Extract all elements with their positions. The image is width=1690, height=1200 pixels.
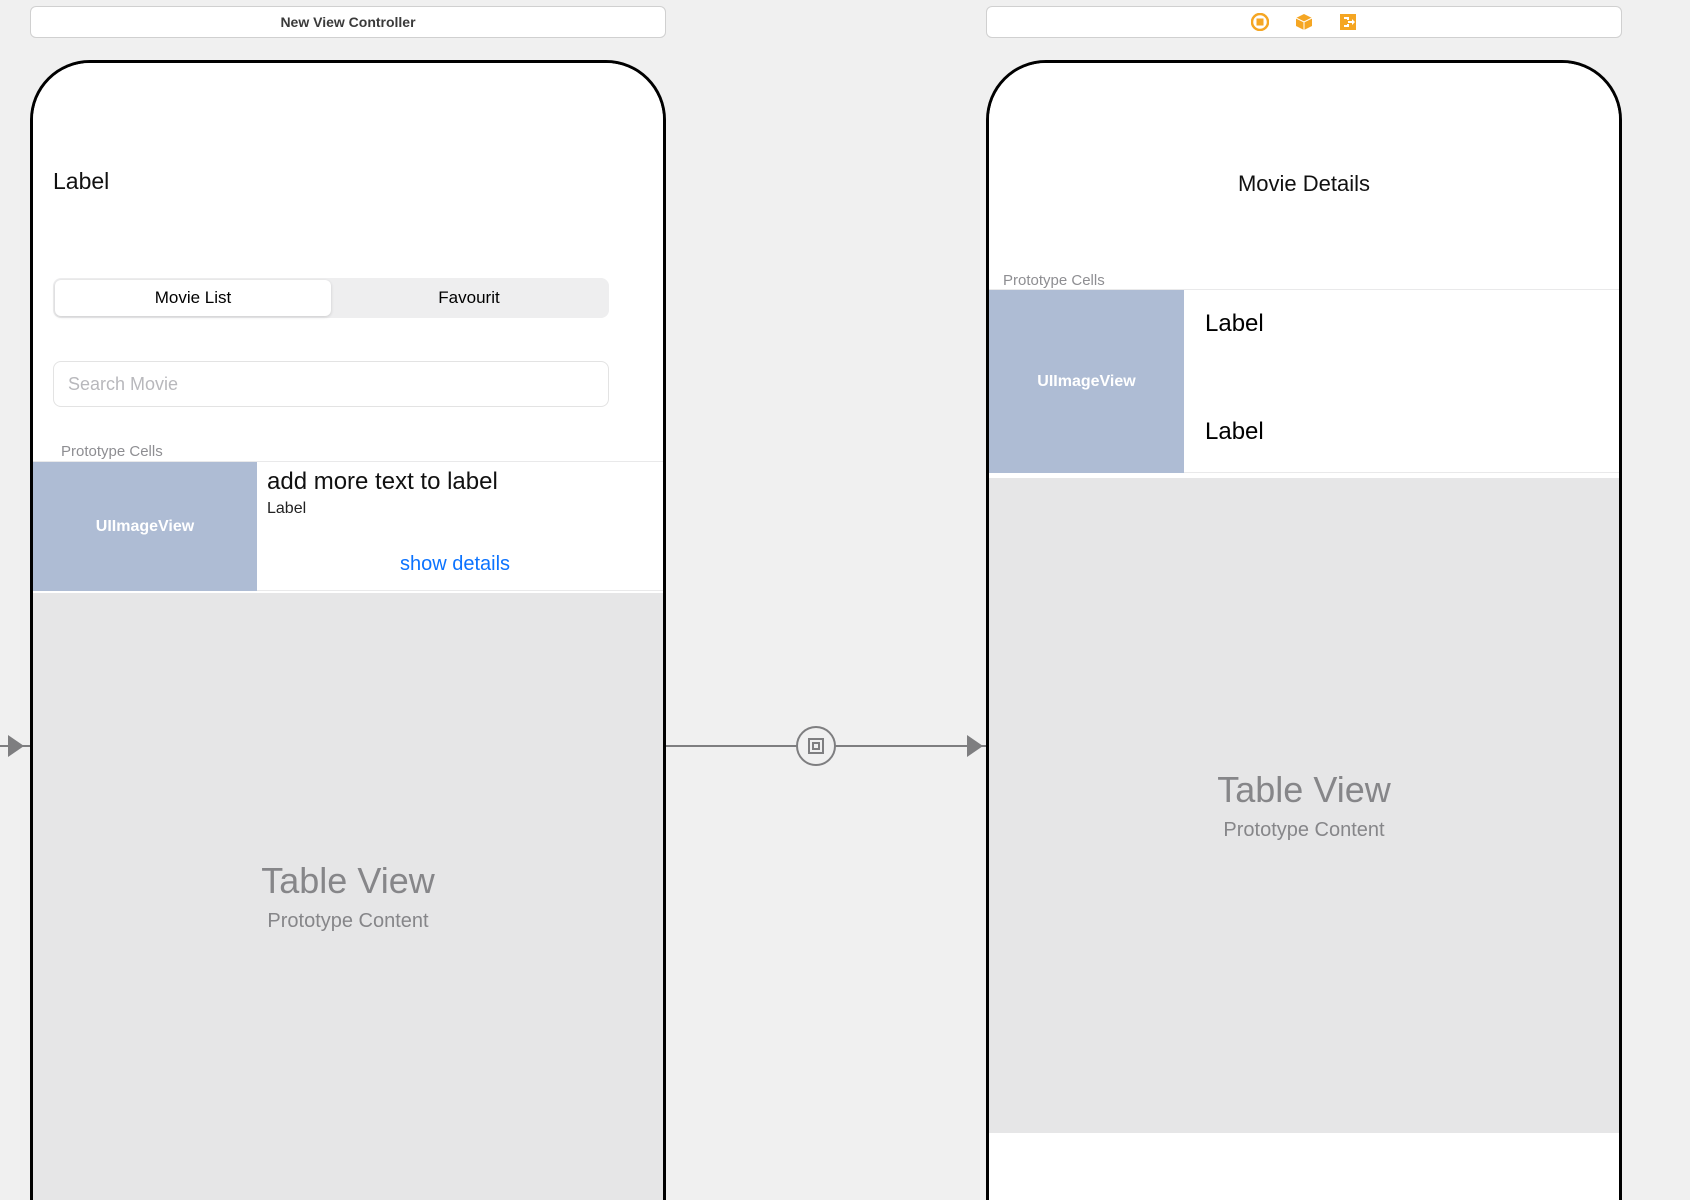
show-segue-icon (806, 736, 826, 756)
tableview-placeholder-right[interactable]: Table View Prototype Content (989, 478, 1619, 1133)
scene-title-left: New View Controller (280, 14, 415, 30)
screen-right: Movie Details Prototype Cells UIImageVie… (989, 63, 1619, 1200)
square-circle-icon[interactable] (1251, 13, 1269, 31)
tableview-title: Table View (1217, 769, 1390, 811)
uiimageview-placeholder[interactable]: UIImageView (33, 462, 257, 591)
segue-arrowhead (967, 735, 983, 757)
cube-icon[interactable] (1295, 13, 1313, 31)
segment-favourit[interactable]: Favourit (331, 280, 607, 316)
cell-label-2[interactable]: Label (1205, 418, 1264, 446)
scene-header-left[interactable]: New View Controller (30, 6, 666, 38)
segmented-control[interactable]: Movie List Favourit (53, 278, 609, 318)
cell-label-1[interactable]: Label (1205, 310, 1264, 338)
table-cell[interactable]: UIImageView add more text to label Label… (33, 461, 663, 591)
scene-header-right[interactable] (986, 6, 1622, 38)
segue-incoming-arrowhead (8, 735, 24, 757)
tableview-title: Table View (261, 860, 434, 902)
show-details-button[interactable]: show details (267, 553, 643, 576)
screen-left: Label Movie List Favourit Prototype Cell… (33, 63, 663, 1200)
phone-frame-left: Label Movie List Favourit Prototype Cell… (30, 60, 666, 1200)
phone-frame-right: Movie Details Prototype Cells UIImageVie… (986, 60, 1622, 1200)
uiimageview-placeholder[interactable]: UIImageView (989, 290, 1184, 473)
table-cell[interactable]: UIImageView Label Label (989, 289, 1619, 473)
prototype-cells-label: Prototype Cells (1003, 272, 1105, 289)
segue-node[interactable] (796, 726, 836, 766)
search-input[interactable] (53, 361, 609, 407)
tableview-placeholder-left[interactable]: Table View Prototype Content (33, 593, 663, 1200)
segment-movie-list[interactable]: Movie List (55, 280, 331, 316)
prototype-cells-label: Prototype Cells (61, 443, 163, 460)
exit-icon[interactable] (1339, 13, 1357, 31)
cell-subtitle-label[interactable]: Label (267, 500, 306, 518)
tableview-subtitle: Prototype Content (267, 910, 428, 933)
navbar-title[interactable]: Movie Details (989, 171, 1619, 197)
page-title-label[interactable]: Label (53, 168, 109, 195)
tableview-subtitle: Prototype Content (1223, 819, 1384, 842)
cell-title-label[interactable]: add more text to label (267, 468, 498, 496)
